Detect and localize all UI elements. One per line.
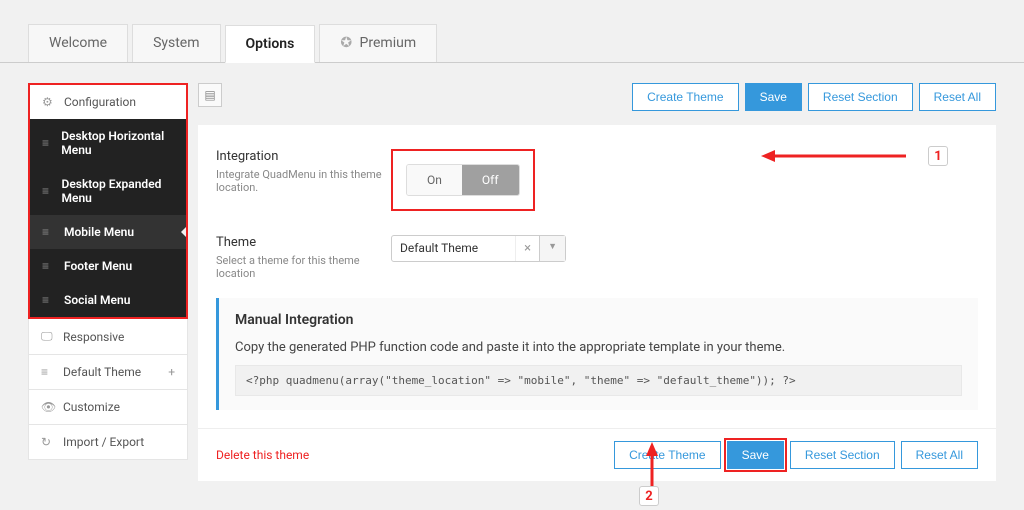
save-button-bottom[interactable]: Save: [727, 441, 784, 469]
sidebar-item-footer-menu[interactable]: ≡ Footer Menu: [30, 249, 186, 283]
menu-icon: ≡: [42, 184, 56, 198]
reset-section-button[interactable]: Reset Section: [808, 83, 913, 111]
menu-icon: ≡: [42, 136, 55, 150]
callout-number-1: 1: [928, 146, 948, 166]
theme-select[interactable]: Default Theme × ▼: [391, 235, 566, 262]
content-area: ▤ Create Theme Save Reset Section Reset …: [198, 83, 996, 481]
top-tabs: Welcome System Options ✪ Premium: [0, 0, 1024, 63]
sidebar-label: Social Menu: [64, 293, 130, 307]
sidebar-item-desktop-expanded[interactable]: ≡ Desktop Expanded Menu: [30, 167, 186, 215]
integration-toggle-highlight: On Off: [391, 149, 535, 211]
tab-premium-label: Premium: [360, 35, 417, 51]
sidebar-label: Default Theme: [63, 365, 141, 379]
manual-code[interactable]: <?php quadmenu(array("theme_location" =>…: [235, 365, 962, 396]
sidebar-label: Mobile Menu: [64, 225, 134, 239]
refresh-icon: ↻: [41, 435, 57, 449]
tab-options[interactable]: Options: [225, 25, 316, 63]
eye-icon: 👁: [41, 400, 57, 414]
sidebar-item-configuration[interactable]: ⚙ Configuration: [30, 85, 186, 119]
integration-row: Integration Integrate QuadMenu in this t…: [216, 137, 978, 223]
sidebar-label: Import / Export: [63, 435, 144, 449]
delete-theme-link[interactable]: Delete this theme: [216, 448, 325, 462]
sidebar-label: Configuration: [64, 95, 136, 109]
menu-icon: ≡: [42, 259, 58, 273]
save-button-top[interactable]: Save: [745, 83, 802, 111]
callout-number-2: 2: [639, 486, 659, 506]
monitor-icon: 🖵: [41, 329, 57, 344]
manual-title: Manual Integration: [235, 312, 962, 328]
manual-integration-box: Manual Integration Copy the generated PH…: [216, 298, 978, 410]
reset-all-button[interactable]: Reset All: [919, 83, 996, 111]
tab-welcome[interactable]: Welcome: [28, 24, 128, 62]
tab-premium[interactable]: ✪ Premium: [319, 24, 437, 62]
integration-desc: Integrate QuadMenu in this theme locatio…: [216, 168, 391, 194]
collapse-toggle[interactable]: ▤: [198, 83, 222, 107]
sidebar-item-import-export[interactable]: ↻ Import / Export: [28, 425, 188, 460]
sidebar-item-desktop-horizontal[interactable]: ≡ Desktop Horizontal Menu: [30, 119, 186, 167]
create-theme-button[interactable]: Create Theme: [632, 83, 738, 111]
sidebar: ⚙ Configuration ≡ Desktop Horizontal Men…: [28, 83, 188, 481]
theme-icon: ≡: [41, 365, 57, 379]
sidebar-item-responsive[interactable]: 🖵 Responsive: [28, 319, 188, 355]
toggle-off[interactable]: Off: [462, 165, 519, 195]
theme-row: Theme Select a theme for this theme loca…: [216, 223, 978, 292]
toggle-on[interactable]: On: [407, 165, 462, 195]
sidebar-item-mobile-menu[interactable]: ≡ Mobile Menu: [30, 215, 186, 249]
integration-toggle[interactable]: On Off: [406, 164, 520, 196]
theme-desc: Select a theme for this theme location: [216, 254, 391, 280]
chevron-down-icon[interactable]: ▼: [539, 236, 565, 261]
top-toolbar: ▤ Create Theme Save Reset Section Reset …: [198, 83, 996, 111]
integration-title: Integration: [216, 149, 391, 164]
sidebar-item-social-menu[interactable]: ≡ Social Menu: [30, 283, 186, 317]
bottom-toolbar: Delete this theme Create Theme Save Rese…: [198, 428, 996, 481]
sidebar-label: Desktop Expanded Menu: [62, 177, 174, 205]
sidebar-label: Customize: [63, 400, 120, 414]
reset-all-button-bottom[interactable]: Reset All: [901, 441, 978, 469]
sidebar-item-default-theme[interactable]: ≡ Default Theme +: [28, 355, 188, 390]
reset-section-button-bottom[interactable]: Reset Section: [790, 441, 895, 469]
premium-badge-icon: ✪: [340, 35, 352, 51]
sidebar-highlight-group: ⚙ Configuration ≡ Desktop Horizontal Men…: [28, 83, 188, 319]
options-panel: Integration Integrate QuadMenu in this t…: [198, 125, 996, 428]
sidebar-label: Responsive: [63, 330, 124, 344]
sidebar-label: Desktop Horizontal Menu: [61, 129, 174, 157]
theme-clear-icon[interactable]: ×: [515, 236, 539, 261]
theme-title: Theme: [216, 235, 391, 250]
tab-system[interactable]: System: [132, 24, 220, 62]
create-theme-button-bottom[interactable]: Create Theme: [614, 441, 720, 469]
menu-icon: ≡: [42, 293, 58, 307]
manual-text: Copy the generated PHP function code and…: [235, 340, 962, 355]
sidebar-item-customize[interactable]: 👁 Customize: [28, 390, 188, 425]
sidebar-label: Footer Menu: [64, 259, 132, 273]
theme-select-value: Default Theme: [392, 236, 515, 261]
gear-icon: ⚙: [42, 95, 58, 109]
menu-icon: ≡: [42, 225, 58, 239]
plus-icon: +: [168, 365, 175, 379]
